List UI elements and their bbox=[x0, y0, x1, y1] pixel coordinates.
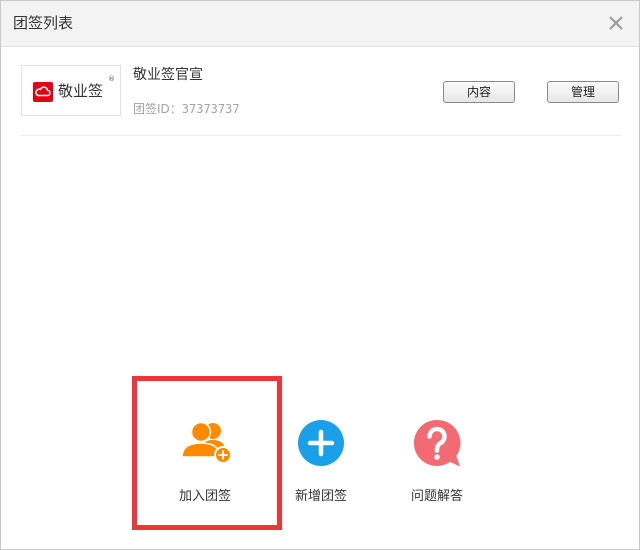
join-team-label: 加入团签 bbox=[178, 489, 231, 504]
team-id-value: 37373737 bbox=[181, 102, 240, 116]
content-button[interactable]: 内容 bbox=[443, 81, 515, 103]
team-logo: 敬业签 ® bbox=[21, 65, 121, 116]
cloud-logo-icon bbox=[33, 82, 53, 102]
faq-label: 问题解答 bbox=[410, 489, 463, 504]
team-id: 团签ID：37373737 bbox=[133, 101, 240, 117]
plus-circle-icon bbox=[297, 417, 347, 467]
add-group-icon bbox=[181, 417, 232, 467]
new-team-button[interactable]: 新增团签 bbox=[261, 417, 381, 517]
team-id-label: 团签ID： bbox=[133, 102, 182, 116]
new-team-label: 新增团签 bbox=[294, 489, 347, 504]
question-bubble-icon bbox=[413, 417, 463, 467]
logo-wordmark: 敬业签 bbox=[58, 82, 104, 100]
team-list-dialog: 团签列表 敬业签 ® 敬业签官宣 团签ID：37373737 内容 管理 加入团… bbox=[0, 0, 640, 550]
team-list-item[interactable]: 敬业签 ® 敬业签官宣 团签ID：37373737 内容 管理 bbox=[21, 65, 621, 136]
faq-button[interactable]: 问题解答 bbox=[377, 417, 497, 517]
join-team-button[interactable]: 加入团签 bbox=[145, 417, 265, 517]
dialog-title: 团签列表 bbox=[13, 14, 74, 32]
manage-button[interactable]: 管理 bbox=[547, 81, 619, 103]
registered-mark: ® bbox=[108, 75, 115, 83]
team-name: 敬业签官宣 bbox=[133, 67, 203, 83]
close-icon[interactable] bbox=[607, 14, 625, 32]
title-bar: 团签列表 bbox=[1, 1, 639, 47]
